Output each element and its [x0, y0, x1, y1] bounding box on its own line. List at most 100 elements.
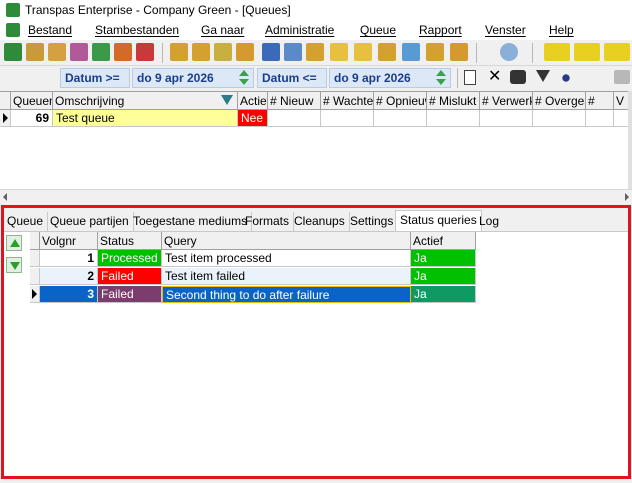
- status-cell[interactable]: Failed: [98, 286, 162, 303]
- queue-nieuw-cell[interactable]: [268, 110, 321, 127]
- col-omschrijving[interactable]: Omschrijving: [53, 92, 238, 110]
- clipboard-check-icon[interactable]: [236, 43, 254, 61]
- actief-cell[interactable]: Ja: [411, 268, 476, 285]
- menu-venster[interactable]: Venster: [485, 23, 526, 37]
- column-filter-icon[interactable]: [221, 95, 233, 105]
- group-icon[interactable]: [70, 43, 88, 61]
- delete-icon[interactable]: ✕: [488, 68, 501, 86]
- tab-toegestane-mediums[interactable]: Toegestane mediums: [129, 212, 253, 232]
- queue-opnieuw-cell[interactable]: [374, 110, 427, 127]
- queue-omschrijving-cell[interactable]: Test queue: [53, 110, 238, 127]
- queue-actief-cell[interactable]: Nee: [238, 110, 268, 127]
- col-opnieuw[interactable]: # Opnieuw: [374, 92, 427, 110]
- scroll-right-icon[interactable]: [625, 193, 629, 201]
- actief-cell[interactable]: Ja: [411, 286, 476, 303]
- date-from-label: Datum >=: [60, 68, 130, 88]
- users-icon[interactable]: [26, 43, 44, 61]
- col-nieuw[interactable]: # Nieuw: [268, 92, 321, 110]
- folder-icon[interactable]: [426, 43, 444, 61]
- print-icon[interactable]: [614, 70, 630, 84]
- date-to-spinner[interactable]: [434, 70, 448, 86]
- menu-administratie[interactable]: Administratie: [265, 23, 334, 37]
- actief-cell[interactable]: Ja: [411, 250, 476, 267]
- truck-load-icon[interactable]: [574, 43, 600, 61]
- col-volgnr[interactable]: Volgnr: [40, 232, 98, 250]
- col-actief[interactable]: Actief: [238, 92, 268, 110]
- tab-formats[interactable]: Formats: [241, 212, 295, 232]
- date-from-spinner[interactable]: [237, 70, 251, 86]
- queue-hash-cell[interactable]: [586, 110, 614, 127]
- queue-wachtend-cell[interactable]: [321, 110, 374, 127]
- move-down-button[interactable]: [6, 257, 22, 273]
- menu-stambestanden[interactable]: Stambestanden: [95, 23, 179, 37]
- card-icon[interactable]: [136, 43, 154, 61]
- date-to-field[interactable]: do 9 apr 2026: [329, 68, 451, 88]
- document-icon[interactable]: [306, 43, 324, 61]
- queue-mislukt-cell[interactable]: [427, 110, 480, 127]
- scroll-left-icon[interactable]: [3, 193, 7, 201]
- col-mislukt[interactable]: # Mislukt: [427, 92, 480, 110]
- query-cell[interactable]: Test item processed: [162, 250, 411, 267]
- col-verwerkt[interactable]: # Verwerkt: [480, 92, 533, 110]
- volgnr-cell[interactable]: 2: [40, 268, 98, 285]
- calculator-icon[interactable]: [4, 43, 22, 61]
- tab-status-queries[interactable]: Status queries: [395, 210, 482, 232]
- queue-verwerkt-cell[interactable]: [480, 110, 533, 127]
- queue-overgeslagen-cell[interactable]: [533, 110, 586, 127]
- col-actief[interactable]: Actief: [411, 232, 476, 250]
- clipboard-icon[interactable]: [170, 43, 188, 61]
- person-icon[interactable]: [114, 43, 132, 61]
- col-query[interactable]: Query: [162, 232, 411, 250]
- move-up-button[interactable]: [6, 235, 22, 251]
- truck-icon[interactable]: [544, 43, 570, 61]
- route-icon[interactable]: [284, 43, 302, 61]
- queue-grid: Queuenr Omschrijving Actief # Nieuw # Wa…: [0, 91, 632, 189]
- globe-icon[interactable]: [500, 43, 518, 61]
- col-queuenr[interactable]: Queuenr: [11, 92, 53, 110]
- queue-grid-vscroll[interactable]: [628, 91, 632, 189]
- tab-log[interactable]: Log: [475, 212, 503, 232]
- folder-edit-icon[interactable]: [450, 43, 468, 61]
- note-icon[interactable]: [378, 43, 396, 61]
- chart-icon[interactable]: [402, 43, 420, 61]
- detail-tabs: Queue Queue partijen Toegestane mediums …: [3, 210, 629, 232]
- book-icon[interactable]: [92, 43, 110, 61]
- date-from-field[interactable]: do 9 apr 2026: [132, 68, 254, 88]
- tab-settings[interactable]: Settings: [346, 212, 399, 232]
- query-cell[interactable]: Test item failed: [162, 268, 411, 285]
- tab-queue[interactable]: Queue: [3, 212, 49, 232]
- status-cell[interactable]: Processed: [98, 250, 162, 267]
- menu-ga-naar[interactable]: Ga naar: [201, 23, 244, 37]
- network-icon[interactable]: [558, 70, 574, 86]
- menu-rapport[interactable]: Rapport: [419, 23, 462, 37]
- binoculars-icon[interactable]: [510, 70, 526, 84]
- row-indicator: [0, 110, 11, 127]
- tab-queue-partijen[interactable]: Queue partijen: [46, 212, 134, 232]
- edit-icon[interactable]: [330, 43, 348, 61]
- clipboard-list-icon[interactable]: [192, 43, 210, 61]
- pencil-icon[interactable]: [354, 43, 372, 61]
- volgnr-cell[interactable]: 1: [40, 250, 98, 267]
- window-title: Transpas Enterprise - Company Green - [Q…: [25, 3, 291, 17]
- truck-trailer-icon[interactable]: [604, 43, 630, 61]
- col-wachtend[interactable]: # Wachtend: [321, 92, 374, 110]
- queue-grid-scrollbar[interactable]: [0, 189, 632, 203]
- query-cell[interactable]: Second thing to do after failure: [162, 286, 411, 303]
- tree-icon[interactable]: [262, 43, 280, 61]
- menu-bestand[interactable]: Bestand: [28, 23, 72, 37]
- queue-nr-cell[interactable]: 69: [11, 110, 53, 127]
- volgnr-cell[interactable]: 3: [40, 286, 98, 303]
- col-status[interactable]: Status: [98, 232, 162, 250]
- clipboard-edit-icon[interactable]: [214, 43, 232, 61]
- menu-queue[interactable]: Queue: [360, 23, 396, 37]
- mdi-child-icon[interactable]: [6, 23, 20, 37]
- menu-help[interactable]: Help: [549, 23, 574, 37]
- col-overgeslagen[interactable]: # Overgeslagen: [533, 92, 586, 110]
- people-icon[interactable]: [48, 43, 66, 61]
- new-document-icon[interactable]: [464, 70, 476, 85]
- col-hash[interactable]: #: [586, 92, 614, 110]
- filter-icon[interactable]: [536, 70, 550, 82]
- col-omschrijving-label: Omschrijving: [55, 94, 125, 108]
- tab-cleanups[interactable]: Cleanups: [290, 212, 350, 232]
- status-cell[interactable]: Failed: [98, 268, 162, 285]
